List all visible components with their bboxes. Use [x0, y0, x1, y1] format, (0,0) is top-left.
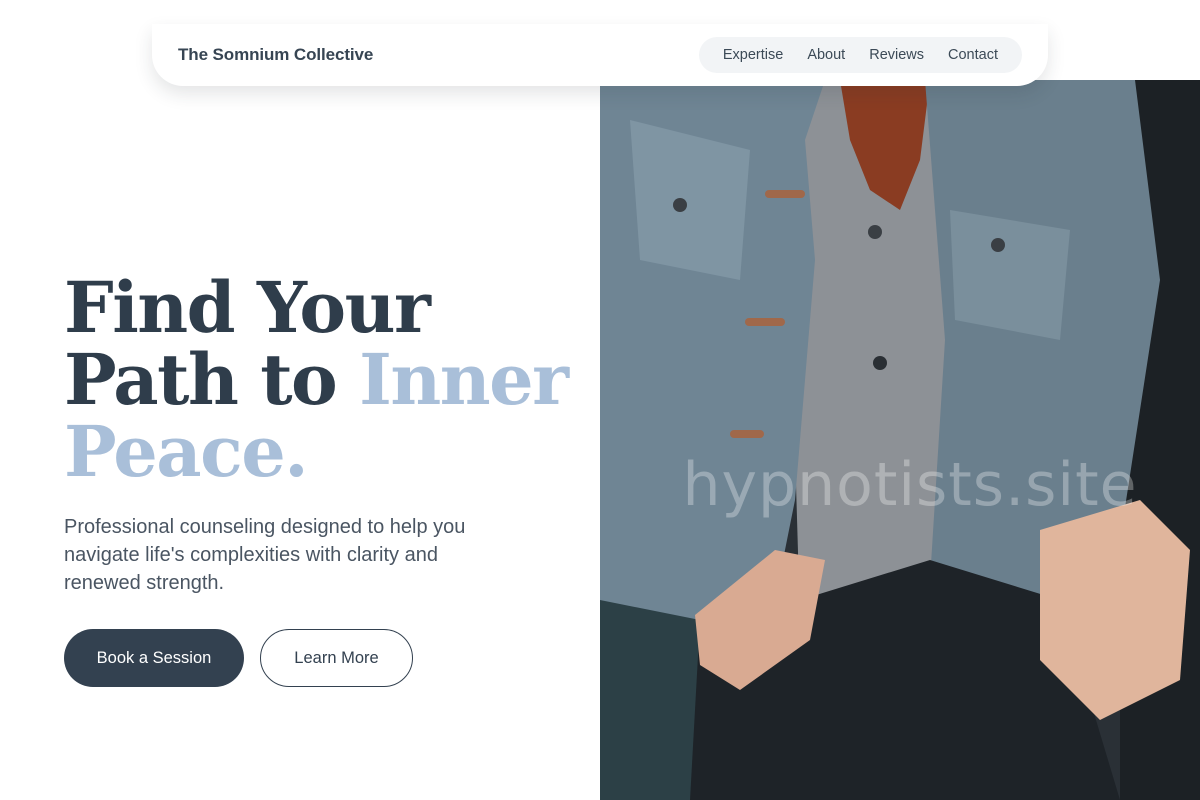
- watermark-text: hypnotists.site: [682, 450, 1138, 520]
- learn-more-button[interactable]: Learn More: [260, 629, 413, 687]
- nav-links: Expertise About Reviews Contact: [698, 37, 1022, 73]
- brand-logo[interactable]: The Somnium Collective: [178, 45, 373, 65]
- nav-link-expertise[interactable]: Expertise: [723, 47, 783, 63]
- hero-image: hypnotists.site: [600, 80, 1200, 800]
- hero-subtitle: Professional counseling designed to help…: [64, 516, 466, 594]
- hero-illustration: [600, 80, 1200, 800]
- hero-title-line-2: Path to: [64, 338, 360, 421]
- hero-title-accent-inner: Inner: [359, 338, 569, 421]
- nav-link-about[interactable]: About: [807, 47, 845, 63]
- book-session-button[interactable]: Book a Session: [64, 629, 244, 687]
- nav-link-reviews[interactable]: Reviews: [869, 47, 924, 63]
- hero-title-line-1: Find Your: [64, 266, 431, 349]
- top-navbar: The Somnium Collective Expertise About R…: [152, 24, 1048, 86]
- nav-link-contact[interactable]: Contact: [948, 47, 998, 63]
- hero-title: Find Your Path to Inner Peace.: [64, 272, 584, 488]
- hero-title-accent-peace: Peace.: [64, 410, 309, 493]
